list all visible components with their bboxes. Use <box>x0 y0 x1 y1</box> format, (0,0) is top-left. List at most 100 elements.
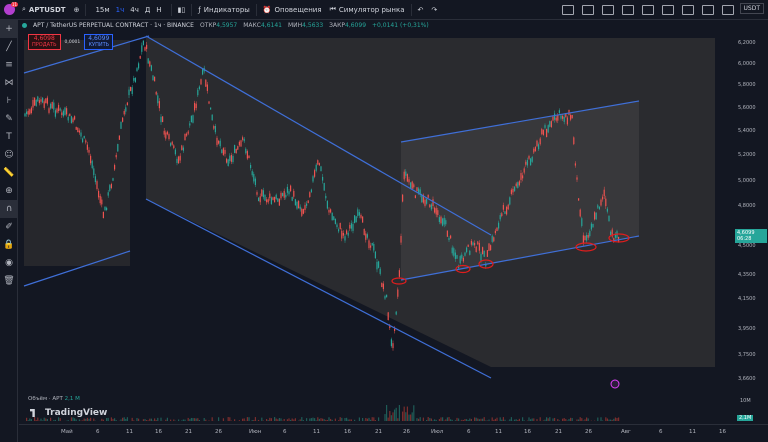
eye-icon[interactable]: ◉ <box>0 254 18 272</box>
candle-body <box>550 121 552 128</box>
replay-icon: ⏮ <box>329 5 336 13</box>
timeframe-0[interactable]: 15м <box>92 6 112 14</box>
undo-button[interactable]: ↶ <box>414 0 428 20</box>
indicators-button[interactable]: ƒ Индикаторы <box>194 0 254 20</box>
timeframe-selector: 15м 1ч 4ч Д Н <box>88 0 168 20</box>
timeframe-1[interactable]: 1ч <box>113 6 128 14</box>
trendline-icon[interactable]: ╱ <box>0 38 18 56</box>
timeframe-3[interactable]: Д <box>142 6 153 14</box>
candle-body <box>338 229 340 232</box>
candle-body <box>130 86 132 91</box>
candle-body <box>243 138 245 142</box>
chart-area[interactable] <box>19 21 734 423</box>
trash-icon[interactable]: 🗑 <box>0 272 18 290</box>
symbol-search[interactable]: ⌕ APTUSDT <box>18 0 70 20</box>
candle-body <box>298 200 300 208</box>
time-tick: Июл <box>431 429 444 435</box>
forecast-icon[interactable]: ⊦ <box>0 92 18 110</box>
lock-icon[interactable]: 🔒 <box>0 236 18 254</box>
lock-drawing-icon[interactable]: ✐ <box>0 218 18 236</box>
text-tool-icon[interactable] <box>602 5 614 15</box>
volume-bar <box>469 418 471 423</box>
candle-body <box>376 261 378 270</box>
volume-bar <box>301 417 303 423</box>
chart-type-button[interactable]: ▮▯ <box>174 0 190 20</box>
calendar-tool-icon[interactable] <box>622 5 634 15</box>
volume-bar <box>347 419 349 423</box>
price-chart[interactable] <box>19 21 734 423</box>
redo-button[interactable]: ↷ <box>427 0 441 20</box>
pitchfork-tool-icon[interactable] <box>662 5 674 15</box>
candle-body <box>354 215 356 224</box>
shaded-range-box <box>24 40 130 266</box>
candle-body <box>221 149 223 153</box>
rectangle-tool-icon[interactable] <box>562 5 574 15</box>
timeframe-2[interactable]: 4ч <box>127 6 142 14</box>
volume-bar <box>152 420 154 423</box>
candle-body <box>118 135 120 140</box>
candle-body <box>254 178 256 185</box>
candle-body <box>488 243 490 251</box>
zoom-icon[interactable]: ⊕ <box>0 182 18 200</box>
candle-body <box>64 107 66 115</box>
candle-body <box>317 160 319 165</box>
volume-bar <box>88 418 90 423</box>
emoji-icon[interactable]: ☺ <box>0 146 18 164</box>
horizontal-lines-icon[interactable]: ≡ <box>0 56 18 74</box>
candle-body <box>117 144 119 152</box>
volume-bar <box>120 419 122 423</box>
time-axis[interactable]: Май 6 11 16 21 26 Июн 6 11 16 21 26 Июл 6 11 16 21 26 Авг 6… <box>19 424 768 442</box>
table-tool-icon[interactable] <box>682 5 694 15</box>
event-icon[interactable] <box>610 379 620 389</box>
fullscreen-icon[interactable] <box>722 5 734 15</box>
time-tick: 11 <box>689 429 696 435</box>
brush-icon[interactable]: ✎ <box>0 110 18 128</box>
volume-bar <box>403 406 405 423</box>
candle-body <box>160 116 162 123</box>
magnet-icon[interactable]: ∩ <box>0 200 18 218</box>
volume-bar <box>165 419 167 423</box>
settings-icon[interactable] <box>702 5 714 15</box>
volume-bar <box>413 405 415 423</box>
timeframe-4[interactable]: Н <box>153 6 164 14</box>
volume-bar <box>318 418 320 423</box>
ruler-icon[interactable]: 📏 <box>0 164 18 182</box>
volume-bar <box>53 420 55 423</box>
candle-body <box>142 40 144 46</box>
candle-body <box>363 228 365 235</box>
replay-button[interactable]: ⏮ Симулятор рынка <box>326 0 409 20</box>
compare-button[interactable]: ⊕ <box>70 0 84 20</box>
volume-bar <box>182 419 184 423</box>
volume-bar <box>397 418 399 423</box>
ruler-tool-icon[interactable] <box>582 5 594 15</box>
legend-title[interactable]: APT / TetherUS PERPETUAL CONTRACT · 1ч ·… <box>33 22 194 29</box>
volume-bar <box>402 411 404 423</box>
sell-button[interactable]: 4,6098 ПРОДАТЬ <box>28 34 61 50</box>
candle-body <box>173 145 175 149</box>
price-axis[interactable]: 4,6099 06:28 6,2000 6,0000 5,8000 5,6000 5,4… <box>734 21 768 421</box>
currency-selector[interactable]: USDT <box>739 3 764 14</box>
candle-body <box>227 159 229 166</box>
volume-bar <box>552 418 554 423</box>
candle-body <box>294 199 296 206</box>
candle-body <box>107 192 109 196</box>
tradingview-logo[interactable]: TradingView <box>30 408 107 418</box>
pattern-icon[interactable]: ⋈ <box>0 74 18 92</box>
buy-button[interactable]: 4,6099 КУПИТЬ <box>84 34 114 50</box>
user-avatar[interactable]: 11 <box>4 2 18 15</box>
legend-change: +0,0141 (+0,31%) <box>372 22 429 29</box>
crosshair-icon[interactable]: + <box>0 20 18 38</box>
volume-bar <box>326 420 328 423</box>
volume-bar <box>565 419 567 423</box>
volume-bar <box>306 418 308 423</box>
alerts-button[interactable]: ⏰ Оповещения <box>259 0 326 20</box>
candle-body <box>490 245 492 251</box>
volume-bar <box>302 420 304 423</box>
brush-tool-icon[interactable] <box>642 5 654 15</box>
candle-body <box>402 194 404 202</box>
candle-body <box>226 158 228 163</box>
candle-body <box>66 108 68 115</box>
text-icon[interactable]: T <box>0 128 18 146</box>
candle-body <box>242 137 244 140</box>
candle-body <box>70 116 72 124</box>
